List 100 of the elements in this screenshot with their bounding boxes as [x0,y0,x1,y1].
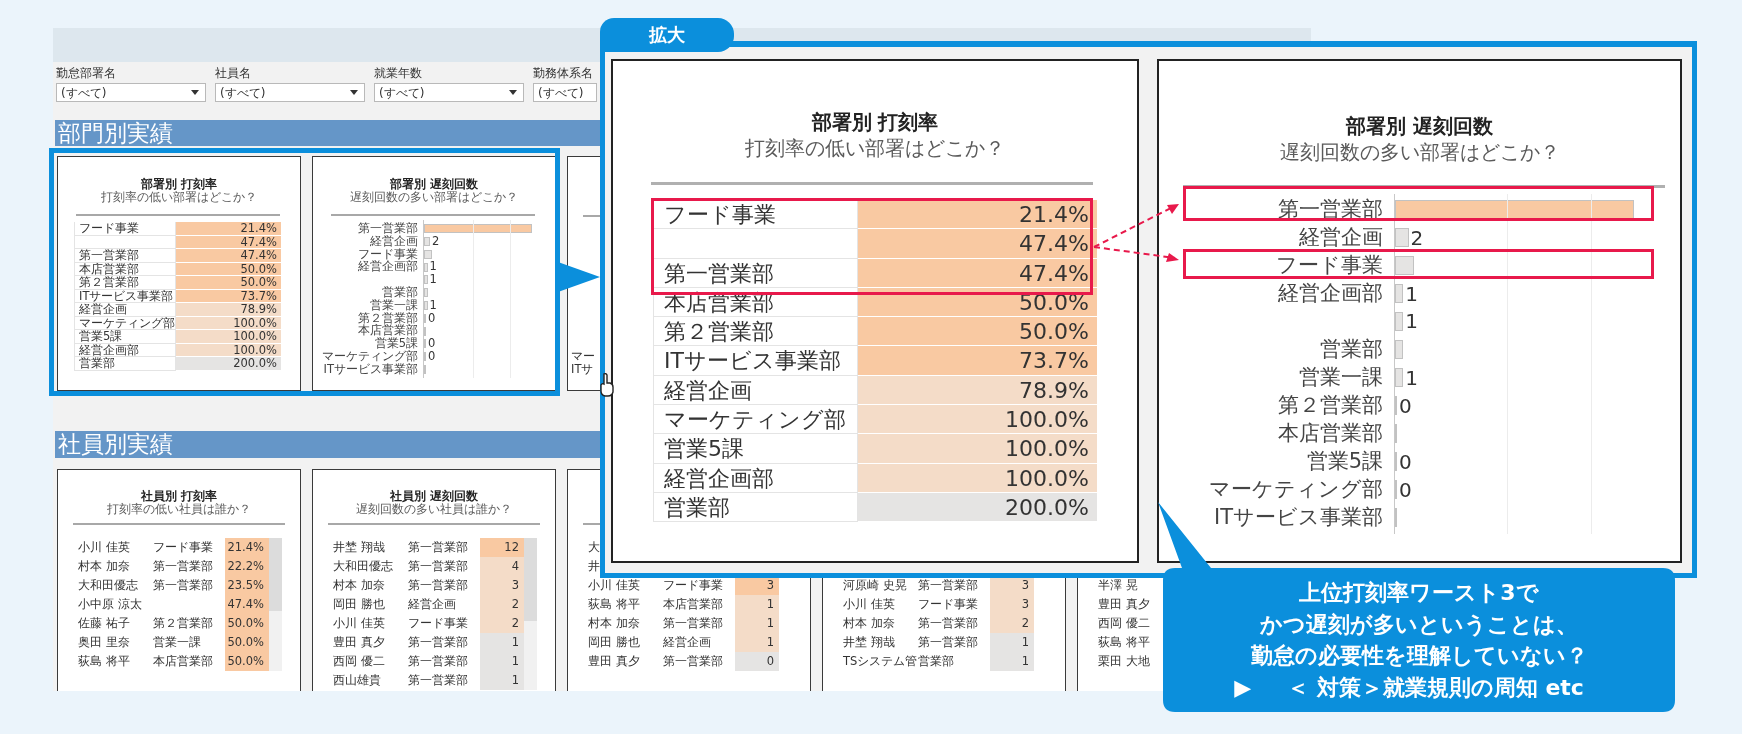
scrollbar[interactable] [524,537,537,690]
department-name: フード事業 [663,576,724,594]
table-cell: マーケティング部 [653,405,858,435]
scrollbar-thumb[interactable] [269,537,282,611]
callout-text: かつ遅刻が多いということは、 [1260,610,1578,639]
department-name: 第一営業部 [153,557,214,575]
filter-dropdown[interactable]: (すべて) [374,83,524,102]
employee-name: 西岡 優二 [1098,614,1151,632]
bar-value: 0 [1398,392,1412,420]
department-name: 本店営業部 [153,652,214,670]
card-title: 部署別 打刻率 [140,176,218,191]
department-name: 第一営業部 [408,671,469,689]
employee-name: 奥田 里奈 [78,633,131,651]
bar-value: 0 [1398,476,1412,504]
employee-name: 村本 加奈 [843,614,896,632]
bar-label: フード事業 [1275,252,1383,279]
card-subtitle: 遅刻回数の多い社員は誰か？ [355,502,513,516]
employee-name: 村本 加奈 [333,576,386,594]
department-name: 第一営業部 [408,576,469,594]
scrollbar-thumb[interactable] [524,537,537,622]
department-name: 第一営業部 [663,652,724,670]
department-name: フード事業 [408,614,469,632]
filter-label: 社員名 [215,66,252,80]
department-name: 経営企画 [663,633,712,651]
card-subtitle: 遅刻回数の多い部署はどこか？ [349,191,519,204]
bar-label: 経営企画部 [1277,280,1383,307]
bar-value: 1 [1404,280,1418,308]
department-name: 第一営業部 [408,538,469,556]
scrollbar[interactable] [269,537,282,671]
bar-value: 0 [1398,448,1412,476]
cut-off-label: マー [571,350,595,363]
table-cell: 47.4% [858,229,1097,259]
table-cell: 21.4% [858,200,1097,230]
table-cell: 78.9% [858,375,1097,406]
bar-label: 営業部 [381,284,418,299]
employee-name: 小川 佳英 [78,538,131,556]
table-cell: 営業部 [653,492,858,523]
table-cell: 200.0% [176,357,281,371]
bar-label: 経営企画 [370,233,418,248]
table-cell: 第２営業部 [74,276,176,290]
employee-name: 井 [588,557,601,575]
bar-label: 第一営業部 [357,220,418,235]
bar-label: 本店営業部 [357,323,418,338]
employee-name: 大和田優志 [333,557,394,575]
bar-label: 経営企画 [1298,224,1383,251]
employee-name: 荻島 将平 [1098,633,1151,651]
department-name: 第一営業部 [918,614,979,632]
table-cell: マーケティング部 [74,316,176,330]
employee-name: 荻島 将平 [78,652,131,670]
employee-name: 大 [588,538,601,556]
table-cell: 経営企画 [653,375,858,406]
employee-name: 豊田 真夕 [333,633,386,651]
employee-name: 小中原 涼太 [78,595,143,613]
employee-name: 佐藤 祐子 [78,614,131,632]
table-cell: 47.4% [176,249,281,263]
table-cell: 47.4% [858,258,1097,288]
employee-name: 半澤 晃 [1098,576,1139,594]
caret-icon [509,90,517,95]
table-cell: 21.4% [176,222,281,236]
employee-name: 小川 佳英 [588,576,641,594]
employee-name: 栗田 大地 [1098,652,1151,670]
bar-label: 第２営業部 [1277,392,1383,419]
employee-name: 豊田 真夕 [588,652,641,670]
callout-text: ＜ 対策＞就業規則の周知 etc [1287,673,1584,702]
employee-name: 岡田 勝也 [588,633,641,651]
table-cell: 経営企画部 [653,463,858,493]
table-cell: 第２営業部 [653,317,858,347]
table-cell: ITサービス事業部 [653,346,858,376]
table-cell: 50.0% [176,276,281,290]
department-name: フード事業 [918,595,979,613]
bar-label: マーケティング部 [1208,476,1383,503]
bar-value: 1 [1404,364,1418,392]
bar-label: マーケティング部 [321,348,418,363]
table-cell: 73.7% [858,346,1097,376]
table-cell: 12 [480,537,524,557]
card-subtitle: 打刻率の低い社員は誰か？ [106,502,252,516]
table-cell: 200.0% [858,492,1097,523]
cut-off-label: ITサ [571,363,594,376]
card-title: 社員別 打刻率 [141,487,218,503]
department-name: 第２営業部 [153,614,214,632]
caret-icon [191,90,199,95]
department-name: 第一営業部 [408,557,469,575]
employee-name: 井埜 翔哉 [333,538,386,556]
filter-dropdown[interactable]: (すべて) [533,83,597,102]
bar-label: 営業5課 [373,336,418,351]
table-cell: フード事業 [74,222,176,236]
filter-dropdown[interactable]: (すべて) [56,83,206,102]
employee-name: 西岡 優二 [333,652,386,670]
filter-label: 勤務体系名 [533,66,594,80]
table-cell: 第一営業部 [74,249,176,263]
employee-name: TSシステム管 [843,652,918,670]
department-name: 経営企画 [408,595,457,613]
bar-value: 2 [431,232,440,250]
bar-label: 営業一課 [1298,364,1383,391]
card-title: 部署別 遅刻回数 [389,176,479,191]
bar-label: 経営企画部 [357,259,418,276]
filter-dropdown[interactable]: (すべて) [215,83,365,102]
employee-name: 大和田優志 [78,576,139,594]
bar-value: 1 [428,258,437,274]
department-name: 第一営業部 [408,633,469,651]
